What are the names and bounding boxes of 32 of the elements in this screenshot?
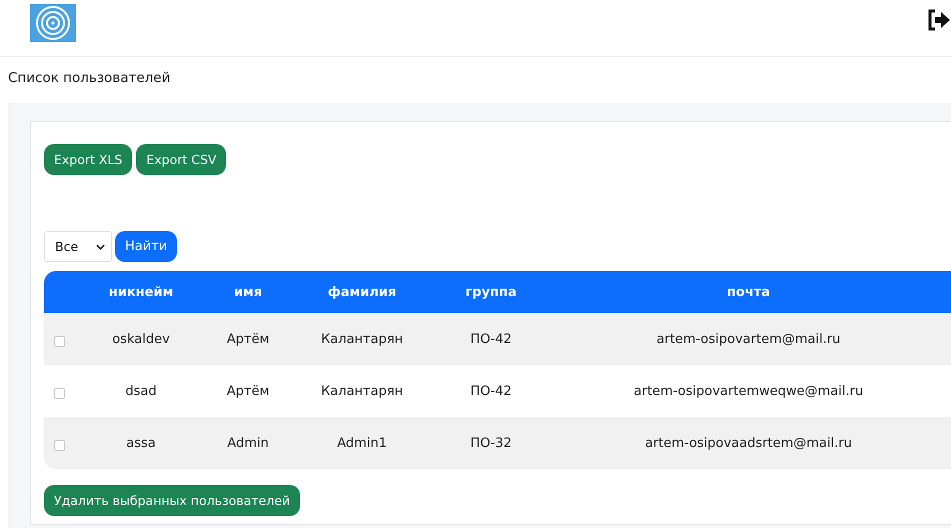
table-cell-text: ПО-42: [469, 384, 513, 398]
column-header: фамилия: [326, 284, 398, 300]
column-header: почта: [726, 284, 772, 300]
table-cell-text: Артём: [226, 384, 270, 398]
table-cell-text: Калантарян: [320, 332, 404, 346]
table-cell-text: Admin: [226, 436, 270, 450]
column-header: группа: [464, 284, 518, 300]
table-cell-text: dsad: [124, 384, 158, 398]
table-cell-text: Калантарян: [320, 384, 404, 398]
search-button[interactable]: Найти: [115, 231, 178, 262]
group-select[interactable]: Все: [44, 231, 112, 262]
export-button[interactable]: Export CSV: [136, 144, 226, 175]
table-cell-text: Артём: [226, 332, 270, 346]
logo-icon: [30, 4, 76, 42]
table-cell-text: oskaldev: [111, 332, 171, 346]
row-checkbox[interactable]: [54, 440, 64, 450]
table-cell-text: artem-osipovartem@mail.ru: [656, 332, 842, 346]
logout-icon[interactable]: [927, 9, 951, 31]
table-cell-text: ПО-32: [469, 436, 513, 450]
table-cell-text: artem-osipovartemweqwe@mail.ru: [632, 384, 864, 398]
column-header: никнейм: [108, 284, 174, 300]
page-title: Список пользователей: [7, 69, 172, 88]
table-cell-text: artem-osipovaadsrtem@mail.ru: [644, 436, 853, 450]
table-cell-text: ПО-42: [469, 332, 513, 346]
delete-selected-button[interactable]: Удалить выбранных пользователей: [44, 485, 300, 516]
row-checkbox[interactable]: [54, 388, 64, 398]
row-checkbox[interactable]: [54, 336, 64, 346]
column-header: имя: [232, 284, 264, 300]
chevron-down-icon: [96, 244, 105, 250]
export-button[interactable]: Export XLS: [44, 144, 132, 175]
table-cell-text: assa: [125, 436, 157, 450]
table-cell-text: Admin1: [336, 436, 388, 450]
